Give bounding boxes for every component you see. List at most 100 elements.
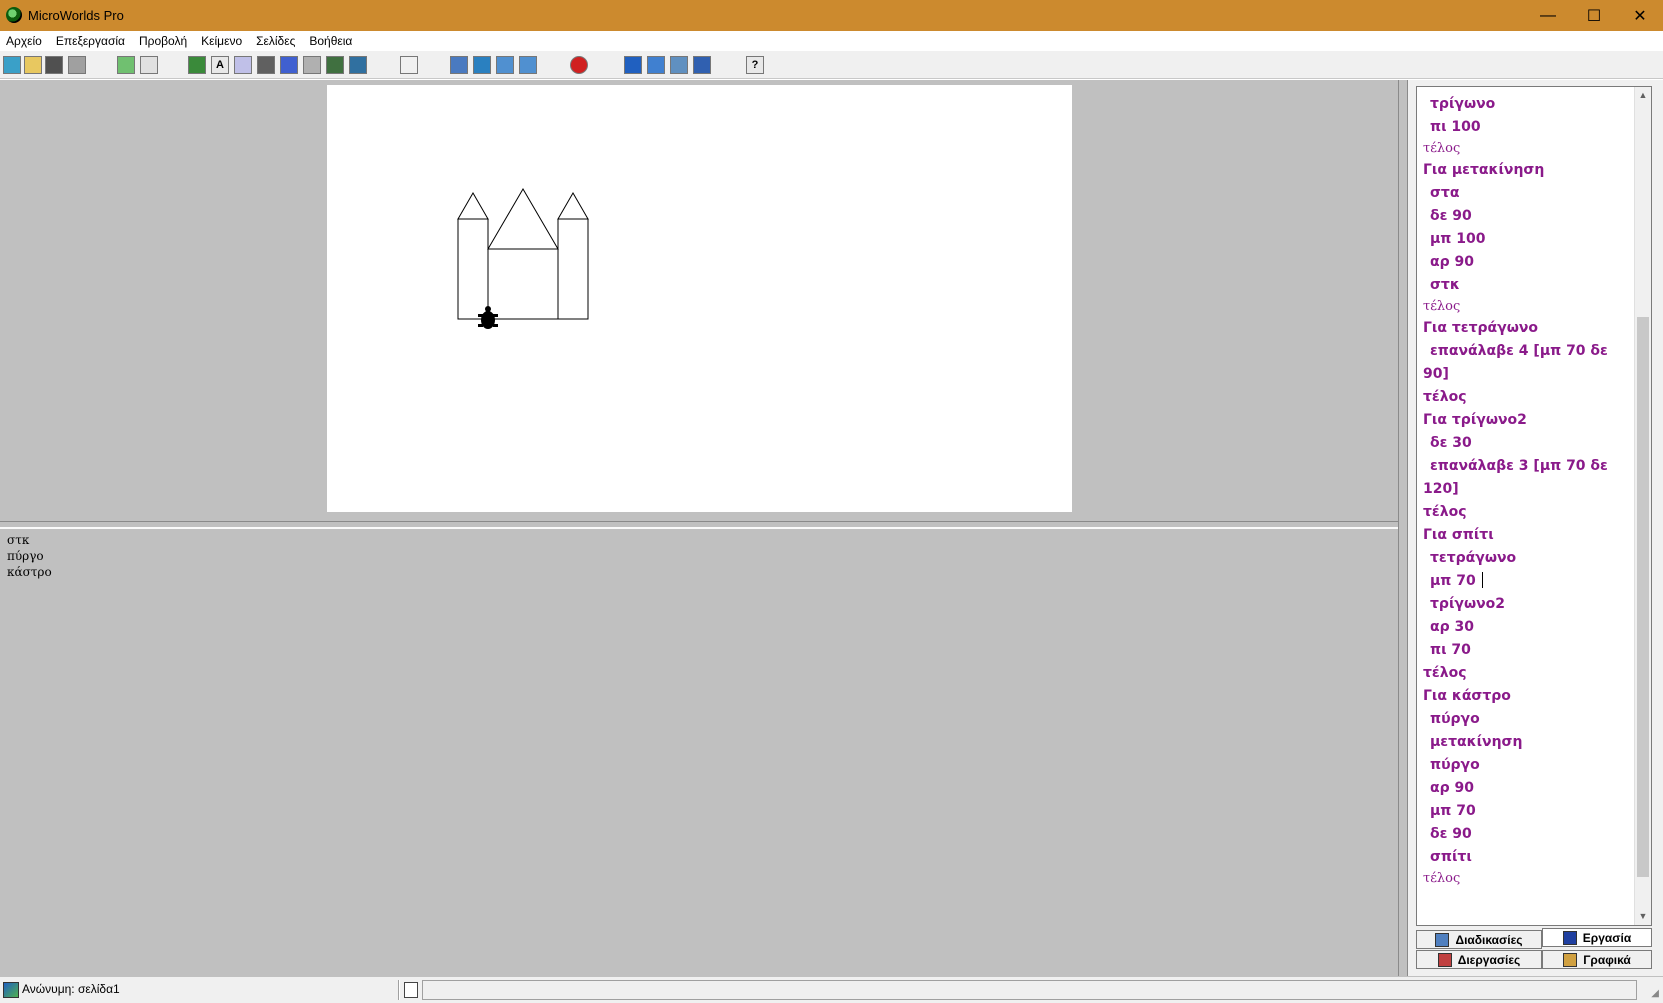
new-project-icon[interactable] <box>3 56 21 74</box>
minimize-icon: — <box>1540 6 1556 24</box>
stop-icon[interactable] <box>570 56 588 74</box>
maximize-button[interactable]: ☐ <box>1571 0 1617 31</box>
workspace <box>0 80 1398 525</box>
procedure-line-text: τέλος <box>1423 504 1467 520</box>
tool-icon[interactable] <box>303 56 321 74</box>
window-title: MicroWorlds Pro <box>28 8 124 23</box>
procedures-text[interactable]: τρίγωνο πι 100 τέλος Για μετακίνηση στα δε 90… <box>1423 93 1633 889</box>
menu-help[interactable]: Βοήθεια <box>309 34 352 48</box>
command-line: κάστρο <box>7 565 52 579</box>
procedure-line: τετράγωνο <box>1423 547 1633 570</box>
page-list-icon[interactable] <box>140 56 158 74</box>
document-icon[interactable] <box>404 982 418 998</box>
procedure-line: τέλος <box>1423 139 1633 159</box>
close-button[interactable]: ✕ <box>1617 0 1663 31</box>
paste-icon[interactable] <box>670 56 688 74</box>
menu-text[interactable]: Κείμενο <box>201 34 242 48</box>
procedure-line: 120] <box>1423 478 1633 501</box>
cut-icon[interactable] <box>624 56 642 74</box>
left-tower-body <box>457 218 489 320</box>
text-caret <box>1481 572 1483 588</box>
procedure-line-text: στκ <box>1430 277 1460 293</box>
close-icon: ✕ <box>1633 7 1647 25</box>
procedure-line: μπ 70 <box>1423 800 1633 823</box>
zoom-out-icon[interactable] <box>519 56 537 74</box>
procedure-line-text: Για κάστρο <box>1423 688 1511 704</box>
left-tower-roof <box>457 191 489 220</box>
scroll-up-icon[interactable]: ▲ <box>1635 87 1651 104</box>
menu-edit[interactable]: Επεξεργασία <box>56 34 125 48</box>
procedure-line: πύργο <box>1423 708 1633 731</box>
tab-project[interactable]: Εργασία <box>1542 928 1652 947</box>
vertical-splitter[interactable] <box>1398 80 1408 976</box>
procedure-line-text: αρ 30 <box>1430 619 1474 635</box>
procedure-line-text: δε 90 <box>1430 208 1472 224</box>
stamp-icon[interactable] <box>473 56 491 74</box>
procedure-line-text: σπίτι <box>1430 849 1472 865</box>
tab-graphics[interactable]: Γραφικά <box>1542 950 1652 969</box>
pointer-icon[interactable] <box>400 56 418 74</box>
procedures-editor[interactable]: τρίγωνο πι 100 τέλος Για μετακίνηση στα δε 90… <box>1416 86 1652 926</box>
procedure-line-text: επανάλαβε 4 [μπ 70 δε <box>1430 343 1608 359</box>
save-icon[interactable] <box>45 56 63 74</box>
procedure-line-text: μπ 70 <box>1430 803 1476 819</box>
procedure-line: τέλος <box>1423 662 1633 685</box>
procedure-line-text: τρίγωνο <box>1430 96 1496 112</box>
resize-grip-icon[interactable]: ◢ <box>1651 988 1659 999</box>
paint-icon[interactable] <box>234 56 252 74</box>
hatch-turtle-icon[interactable] <box>188 56 206 74</box>
print-icon[interactable] <box>68 56 86 74</box>
procedure-line: αρ 90 <box>1423 251 1633 274</box>
turtle-icon[interactable] <box>478 306 498 329</box>
text-box-icon[interactable]: A <box>211 56 229 74</box>
procedure-line: Για μετακίνηση <box>1423 159 1633 182</box>
eye-icon[interactable] <box>257 56 275 74</box>
drawing-page[interactable] <box>327 85 1072 512</box>
procedures-scrollbar[interactable]: ▲ ▼ <box>1634 87 1651 925</box>
copy-icon[interactable] <box>647 56 665 74</box>
zoom-in-icon[interactable] <box>496 56 514 74</box>
procedure-line: σπίτι <box>1423 846 1633 869</box>
procedure-line-text: πι 100 <box>1430 119 1481 135</box>
command-line: στκ <box>7 533 30 547</box>
tab-processes-label: Διεργασίες <box>1457 952 1521 967</box>
turtle-drawing <box>457 188 589 329</box>
music-icon[interactable] <box>280 56 298 74</box>
procedure-line: Για σπίτι <box>1423 524 1633 547</box>
page-view-icon[interactable] <box>117 56 135 74</box>
procedure-line: πι 100 <box>1423 116 1633 139</box>
slider-icon[interactable] <box>349 56 367 74</box>
project-tab-icon <box>1562 930 1577 945</box>
menu-pages[interactable]: Σελίδες <box>256 34 295 48</box>
open-icon[interactable] <box>24 56 42 74</box>
scroll-down-icon[interactable]: ▼ <box>1635 908 1651 925</box>
procedure-line-text: μπ 100 <box>1430 231 1486 247</box>
procedure-line: τέλος <box>1423 501 1633 524</box>
tab-processes[interactable]: Διεργασίες <box>1416 950 1542 969</box>
video-icon[interactable] <box>326 56 344 74</box>
procedure-line-text: τέλος <box>1423 389 1467 405</box>
procedure-line-text: Για τετράγωνο <box>1423 320 1539 336</box>
horizontal-splitter[interactable] <box>0 521 1398 529</box>
procedure-line: 90] <box>1423 363 1633 386</box>
procedure-line-text: 90] <box>1423 366 1449 382</box>
procedure-line: τέλος <box>1423 386 1633 409</box>
procedure-line-text: τρίγωνο2 <box>1430 596 1506 612</box>
menu-view[interactable]: Προβολή <box>139 34 187 48</box>
procedure-line-text: Για μετακίνηση <box>1423 162 1545 178</box>
minimize-button[interactable]: — <box>1525 0 1571 31</box>
procedure-line: τρίγωνο2 <box>1423 593 1633 616</box>
status-separator <box>398 980 400 1000</box>
house-roof-triangle <box>487 188 559 250</box>
undo-icon[interactable] <box>693 56 711 74</box>
eye-tool-icon[interactable] <box>450 56 468 74</box>
help-icon[interactable]: ? <box>746 56 764 74</box>
procedure-line: στα <box>1423 182 1633 205</box>
menu-file[interactable]: Αρχείο <box>6 34 42 48</box>
procedure-line-text: μετακίνηση <box>1430 734 1523 750</box>
tab-procedures[interactable]: Διαδικασίες <box>1416 930 1542 949</box>
procedure-line: δε 30 <box>1423 432 1633 455</box>
scroll-thumb[interactable] <box>1637 317 1649 877</box>
tab-graphics-label: Γραφικά <box>1583 952 1631 967</box>
command-center[interactable]: στκ πύργο κάστρο <box>0 529 1398 976</box>
